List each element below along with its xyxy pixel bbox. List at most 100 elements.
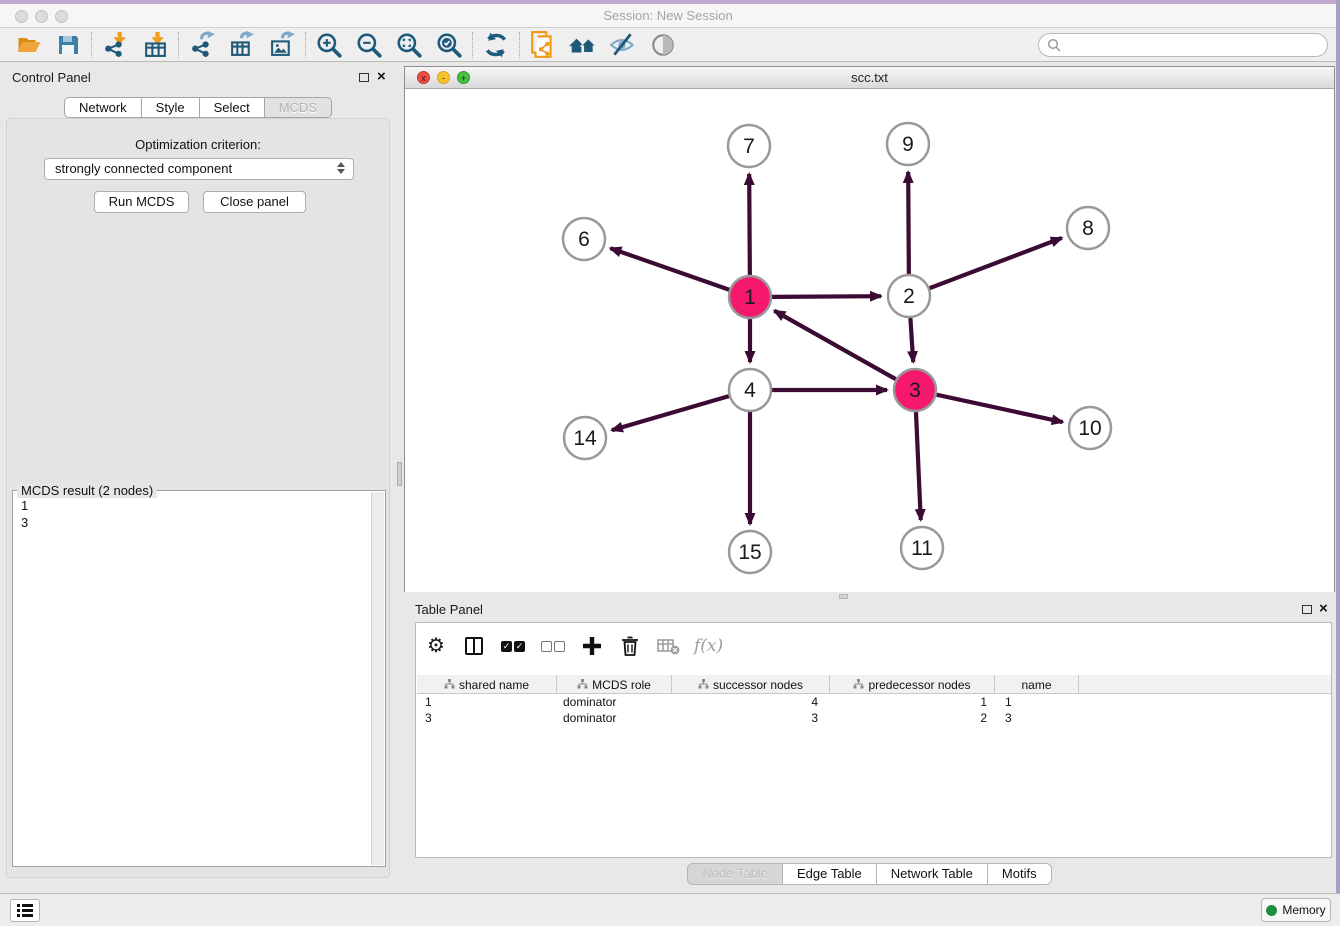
- export-image-icon[interactable]: [262, 30, 302, 60]
- graph-node-8[interactable]: 8: [1067, 207, 1109, 249]
- table-cell[interactable]: 3: [995, 710, 1079, 726]
- graph-node-7[interactable]: 7: [728, 125, 770, 167]
- save-session-icon[interactable]: [48, 30, 88, 60]
- column-header-successor-nodes[interactable]: successor nodes: [672, 675, 830, 694]
- window-minimize-button[interactable]: [35, 10, 48, 23]
- table-cell[interactable]: 4: [672, 694, 830, 710]
- export-network-icon[interactable]: [182, 30, 222, 60]
- float-table-panel-icon[interactable]: [1302, 605, 1312, 614]
- graph-node-2[interactable]: 2: [888, 275, 930, 317]
- tab-mcds[interactable]: MCDS: [265, 97, 332, 118]
- close-panel-icon[interactable]: ×: [377, 71, 386, 83]
- graph-node-3[interactable]: 3: [894, 369, 936, 411]
- network-canvas[interactable]: 7 9 6 8 1 2 4 3 14 10 15 11: [405, 89, 1334, 592]
- graph-edge-1-2[interactable]: [772, 296, 881, 297]
- frame-close-icon[interactable]: x: [417, 71, 430, 84]
- graph-node-14[interactable]: 14: [564, 417, 606, 459]
- add-row-icon[interactable]: [580, 633, 604, 659]
- sort-icon: [698, 678, 709, 692]
- tab-style[interactable]: Style: [142, 97, 200, 118]
- run-mcds-button[interactable]: Run MCDS: [94, 191, 189, 213]
- column-header-shared-name[interactable]: shared name: [417, 675, 557, 694]
- graph-node-1[interactable]: 1: [729, 276, 771, 318]
- optimization-label: Optimization criterion:: [0, 137, 396, 152]
- tab-node-table[interactable]: Node Table: [687, 863, 783, 885]
- zoom-fit-icon[interactable]: [389, 30, 429, 60]
- column-header-MCDS-role[interactable]: MCDS role: [557, 675, 672, 694]
- refresh-icon[interactable]: [476, 30, 516, 60]
- show-all-icon[interactable]: [643, 30, 683, 60]
- graph-edge-3-11[interactable]: [916, 412, 921, 520]
- vertical-splitter[interactable]: [396, 62, 403, 893]
- export-table-icon[interactable]: [222, 30, 262, 60]
- graph-edge-1-6[interactable]: [610, 248, 729, 290]
- clone-network-icon[interactable]: [523, 30, 563, 60]
- zoom-selected-icon[interactable]: [429, 30, 469, 60]
- graph-edge-3-1[interactable]: [774, 311, 895, 379]
- hide-selected-icon[interactable]: [603, 30, 643, 60]
- select-all-icon[interactable]: ✓✓: [500, 633, 526, 659]
- window-close-button[interactable]: [15, 10, 28, 23]
- mcds-result-title: MCDS result (2 nodes): [17, 483, 157, 498]
- frame-minimize-icon[interactable]: -: [437, 71, 450, 84]
- graph-edge-2-8[interactable]: [930, 238, 1062, 288]
- graph-node-15[interactable]: 15: [729, 531, 771, 573]
- splitter-handle[interactable]: [397, 462, 402, 486]
- table-cell[interactable]: 1: [417, 694, 557, 710]
- delete-table-icon[interactable]: [656, 633, 680, 659]
- function-builder-icon[interactable]: f(x): [694, 633, 723, 659]
- import-network-icon[interactable]: [95, 30, 135, 60]
- table-cell[interactable]: 1: [830, 694, 995, 710]
- graph-node-4[interactable]: 4: [729, 369, 771, 411]
- deselect-all-icon[interactable]: [540, 633, 566, 659]
- delete-row-icon[interactable]: [618, 633, 642, 659]
- graph-edge-3-10[interactable]: [936, 395, 1062, 422]
- search-input[interactable]: [1062, 35, 1327, 55]
- mcds-result-item[interactable]: 1: [21, 497, 370, 514]
- table-cell[interactable]: dominator: [557, 710, 672, 726]
- tab-motifs[interactable]: Motifs: [988, 863, 1052, 885]
- memory-button[interactable]: Memory: [1261, 898, 1331, 922]
- column-header-predecessor-nodes[interactable]: predecessor nodes: [830, 675, 995, 694]
- float-panel-icon[interactable]: [359, 73, 369, 82]
- network-window-titlebar[interactable]: x - + scc.txt: [405, 67, 1334, 89]
- result-scrollbar[interactable]: [371, 492, 384, 865]
- graph-node-10[interactable]: 10: [1069, 407, 1111, 449]
- first-neighbors-icon[interactable]: [563, 30, 603, 60]
- graph-edge-2-3[interactable]: [910, 318, 913, 362]
- close-panel-button[interactable]: Close panel: [203, 191, 306, 213]
- table-cell[interactable]: 1: [995, 694, 1079, 710]
- graph-edge-2-9[interactable]: [908, 172, 909, 274]
- zoom-in-icon[interactable]: [309, 30, 349, 60]
- graph-node-9[interactable]: 9: [887, 123, 929, 165]
- graph-edge-1-7[interactable]: [749, 174, 750, 275]
- optimization-select[interactable]: strongly connected component: [44, 158, 354, 180]
- table-cell[interactable]: 2: [830, 710, 995, 726]
- tab-select[interactable]: Select: [200, 97, 265, 118]
- open-session-icon[interactable]: [8, 30, 48, 60]
- frame-maximize-icon[interactable]: +: [457, 71, 470, 84]
- horizontal-splitter-handle[interactable]: [839, 594, 848, 599]
- table-settings-icon[interactable]: ⚙: [424, 633, 448, 659]
- table-row[interactable]: 3dominator323: [417, 710, 1331, 726]
- graph-edge-4-14[interactable]: [612, 396, 729, 430]
- tab-network[interactable]: Network: [64, 97, 142, 118]
- table-cell[interactable]: 3: [417, 710, 557, 726]
- column-header-name[interactable]: name: [995, 675, 1079, 694]
- graph-node-6[interactable]: 6: [563, 218, 605, 260]
- task-history-button[interactable]: [10, 899, 40, 922]
- search-box[interactable]: [1038, 33, 1328, 57]
- table-cell[interactable]: 3: [672, 710, 830, 726]
- zoom-out-icon[interactable]: [349, 30, 389, 60]
- close-table-panel-icon[interactable]: ×: [1319, 603, 1328, 615]
- import-table-icon[interactable]: [135, 30, 175, 60]
- show-columns-icon[interactable]: [462, 633, 486, 659]
- mcds-result-list[interactable]: 13: [15, 497, 370, 531]
- window-zoom-button[interactable]: [55, 10, 68, 23]
- tab-network-table[interactable]: Network Table: [877, 863, 988, 885]
- tab-edge-table[interactable]: Edge Table: [783, 863, 877, 885]
- table-row[interactable]: 1dominator411: [417, 694, 1331, 710]
- table-cell[interactable]: dominator: [557, 694, 672, 710]
- mcds-result-item[interactable]: 3: [21, 514, 370, 531]
- graph-node-11[interactable]: 11: [901, 527, 943, 569]
